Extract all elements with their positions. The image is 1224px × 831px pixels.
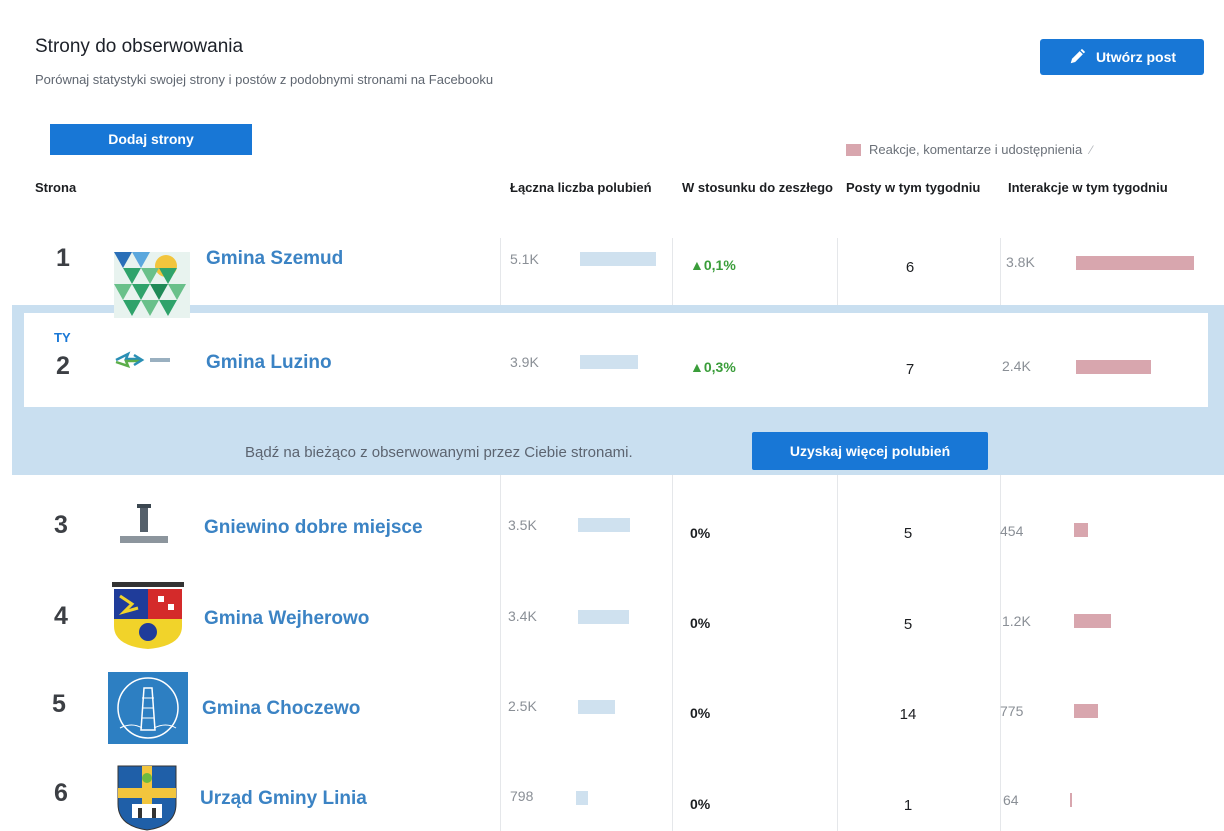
- rank-number: 3: [54, 511, 68, 539]
- posts-count: 7: [905, 361, 915, 378]
- column-header-page: Strona: [35, 180, 77, 195]
- interactions-count: 2.4K: [1002, 358, 1031, 374]
- weekly-change: 0%: [690, 705, 711, 721]
- weekly-change: 0%: [690, 796, 711, 812]
- interactions-count: 1.2K: [1002, 613, 1031, 629]
- rank-number: 1: [56, 244, 70, 272]
- lighthouse-logo[interactable]: [108, 672, 188, 744]
- weekly-change: 0%: [690, 615, 711, 631]
- likes-bar: [578, 518, 630, 532]
- page-name-link[interactable]: Gmina Choczewo: [202, 698, 360, 720]
- likes-bar: [580, 252, 656, 266]
- create-post-button[interactable]: Utwórz post: [1040, 39, 1204, 75]
- create-post-label: Utwórz post: [1095, 49, 1177, 65]
- rank-number: 2: [56, 352, 70, 380]
- trend-up-icon: ▲: [690, 359, 704, 375]
- legend-label: Reakcje, komentarze i udostępnienia: [869, 142, 1083, 157]
- posts-count: 1: [903, 797, 913, 814]
- follow-pages-prompt: Bądź na bieżąco z obserwowanymi przez Ci…: [245, 444, 633, 461]
- total-likes: 3.5K: [508, 517, 537, 533]
- total-likes: 798: [510, 788, 534, 804]
- page-title: Strony do obserwowania: [35, 36, 244, 57]
- coat-of-arms-logo[interactable]: [110, 582, 186, 650]
- interactions-count: 454: [1000, 523, 1024, 539]
- column-header-change[interactable]: W stosunku do zeszłego tygodnia: [682, 180, 834, 195]
- interactions-bar: [1074, 704, 1098, 718]
- likes-bar: [578, 610, 629, 624]
- trend-up-icon: ▲: [690, 257, 704, 273]
- interactions-legend: Reakcje, komentarze i udostępnienia ⁄: [846, 142, 1092, 157]
- interactions-bar: [1074, 523, 1088, 537]
- legend-swatch: [846, 143, 861, 156]
- posts-count: 5: [903, 525, 913, 542]
- likes-bar: [576, 791, 588, 805]
- page-name-link[interactable]: Gniewino dobre miejsce: [204, 517, 423, 539]
- rank-number: 6: [54, 779, 68, 807]
- weekly-change-value: 0,1%: [703, 257, 736, 273]
- pencil-icon: [1070, 48, 1086, 64]
- info-icon[interactable]: ⁄: [1090, 143, 1092, 157]
- you-badge: TY: [54, 330, 71, 345]
- likes-bar: [580, 355, 638, 369]
- posts-count: 14: [899, 706, 917, 723]
- triangle-mosaic-logo[interactable]: [114, 252, 190, 318]
- total-likes: 3.9K: [510, 354, 539, 370]
- interactions-count: 3.8K: [1006, 254, 1035, 270]
- page-name-link[interactable]: Urząd Gminy Linia: [200, 788, 367, 810]
- interactions-bar: [1070, 793, 1072, 807]
- weekly-change-value: 0,3%: [703, 359, 736, 375]
- gniewino-logo[interactable]: [116, 500, 172, 552]
- likes-bar: [578, 700, 615, 714]
- posts-count: 6: [905, 259, 915, 276]
- page-name-link[interactable]: Gmina Luzino: [206, 352, 332, 374]
- weekly-change: ▲0,3%: [690, 359, 736, 375]
- column-header-likes[interactable]: Łączna liczba polubień: [510, 180, 670, 195]
- luzino-logo[interactable]: [114, 350, 190, 370]
- interactions-bar: [1076, 360, 1151, 374]
- shield-crest-logo[interactable]: [116, 764, 178, 831]
- weekly-change: 0%: [690, 525, 711, 541]
- page-subtitle: Porównaj statystyki swojej strony i post…: [35, 72, 494, 87]
- total-likes: 3.4K: [508, 608, 537, 624]
- total-likes: 5.1K: [510, 251, 539, 267]
- page-name-link[interactable]: Gmina Szemud: [206, 248, 343, 270]
- weekly-change: ▲0,1%: [690, 257, 736, 273]
- column-header-posts[interactable]: Posty w tym tygodniu: [846, 180, 990, 195]
- add-pages-button[interactable]: Dodaj strony: [50, 124, 252, 155]
- interactions-count: 64: [1003, 792, 1019, 808]
- column-header-interactions[interactable]: Interakcje w tym tygodniu: [1008, 180, 1224, 195]
- page-name-link[interactable]: Gmina Wejherowo: [204, 608, 369, 630]
- get-more-likes-button[interactable]: Uzyskaj więcej polubień: [752, 432, 988, 470]
- interactions-bar: [1074, 614, 1111, 628]
- rank-number: 5: [52, 690, 66, 718]
- posts-count: 5: [903, 616, 913, 633]
- interactions-bar: [1076, 256, 1194, 270]
- rank-number: 4: [54, 602, 68, 630]
- total-likes: 2.5K: [508, 698, 537, 714]
- interactions-count: 775: [1000, 703, 1024, 719]
